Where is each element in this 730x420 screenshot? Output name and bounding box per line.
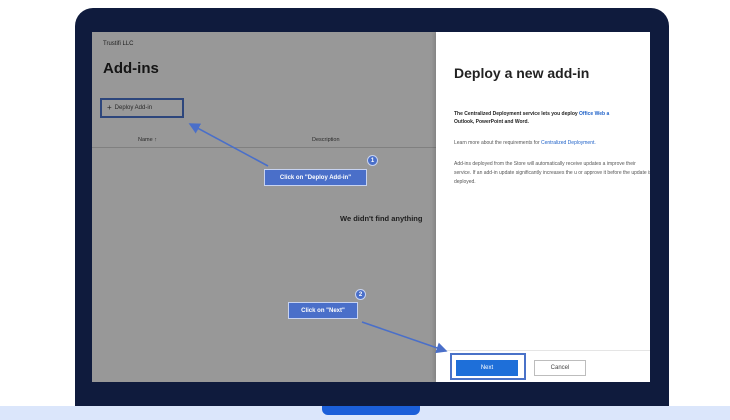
callout-next: Click on "Next" (288, 302, 358, 319)
step-badge-1: 1 (367, 155, 378, 166)
step-badge-2: 2 (355, 289, 366, 300)
arrow-icon (361, 321, 448, 354)
arrow-icon (188, 123, 269, 167)
callout-deploy-addin: Click on "Deploy Add-in" (264, 169, 367, 186)
tutorial-stage: Trustifi LLC Add-ins + Deploy Add-in Nam… (0, 0, 730, 420)
callout-arrows (188, 123, 448, 354)
